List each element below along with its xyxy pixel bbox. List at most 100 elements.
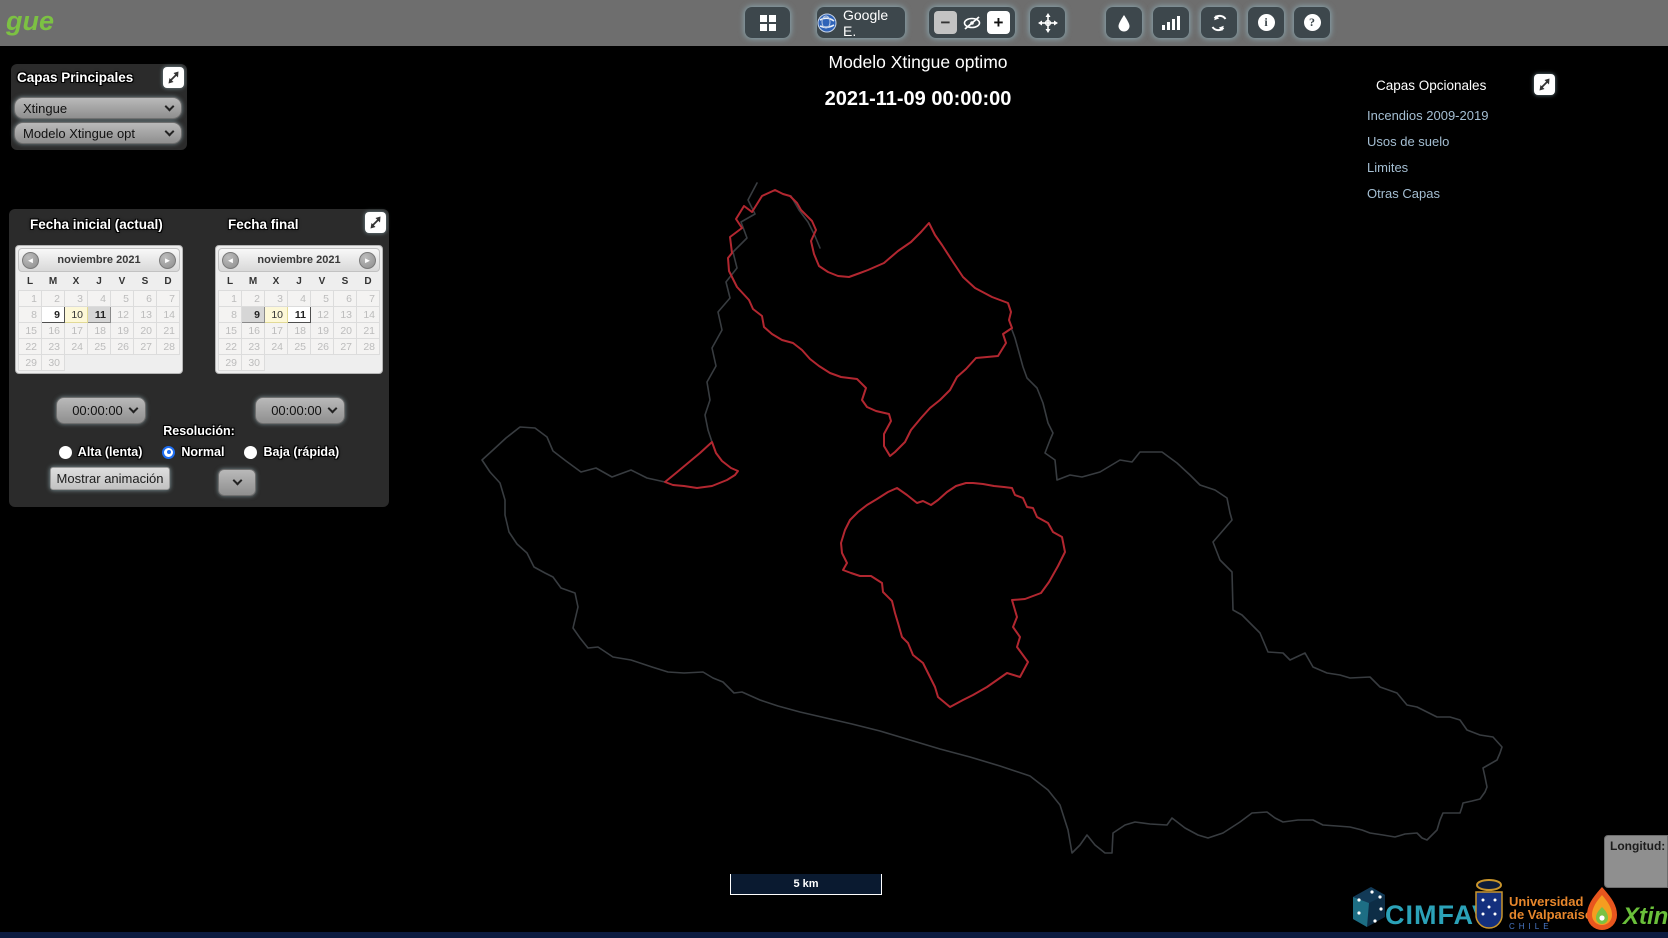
- basemap-google-button[interactable]: Google E.: [817, 7, 905, 38]
- layer-link[interactable]: Incendios 2009-2019: [1367, 108, 1488, 123]
- expand-panel-button[interactable]: [163, 67, 184, 88]
- calendar-day[interactable]: 1: [219, 291, 242, 307]
- calendar-day[interactable]: 2: [42, 291, 65, 307]
- calendar-day[interactable]: 4: [88, 291, 111, 307]
- eye-hidden-icon[interactable]: [962, 14, 982, 32]
- calendar-day[interactable]: 17: [65, 323, 88, 339]
- calendar-day[interactable]: 26: [111, 339, 134, 355]
- layer-model-select[interactable]: Modelo Xtingue opt: [14, 122, 182, 144]
- end-time-select[interactable]: 00:00:00: [255, 397, 345, 424]
- calendar-day[interactable]: 22: [219, 339, 242, 355]
- plus-button[interactable]: +: [987, 11, 1010, 34]
- layer-group-select[interactable]: Xtingue: [14, 97, 182, 119]
- end-date-calendar[interactable]: ◄noviembre 2021►LMXJVSD12345678910111213…: [215, 245, 383, 374]
- calendar-day[interactable]: 20: [134, 323, 157, 339]
- layer-link[interactable]: Otras Capas: [1367, 186, 1488, 201]
- calendar-day[interactable]: 27: [334, 339, 357, 355]
- calendar-day[interactable]: 29: [219, 355, 242, 371]
- help-icon: ?: [1304, 14, 1321, 31]
- day-header: M: [242, 274, 265, 291]
- calendar-day[interactable]: 30: [242, 355, 265, 371]
- drop-icon: [1116, 14, 1132, 32]
- radio-baja[interactable]: Baja (rápida): [244, 445, 339, 459]
- animation-speed-select[interactable]: [218, 469, 256, 496]
- refresh-button[interactable]: [1201, 7, 1237, 38]
- calendar-day[interactable]: 26: [311, 339, 334, 355]
- calendar-day[interactable]: 12: [111, 307, 134, 323]
- calendar-day[interactable]: 21: [357, 323, 380, 339]
- longitude-tooltip: Longitud:: [1604, 835, 1668, 888]
- help-button[interactable]: ?: [1294, 7, 1330, 38]
- calendar-day[interactable]: 4: [288, 291, 311, 307]
- calendar-day[interactable]: 18: [288, 323, 311, 339]
- radio-alta[interactable]: Alta (lenta): [59, 445, 143, 459]
- start-time-select[interactable]: 00:00:00: [56, 397, 146, 424]
- show-animation-button[interactable]: Mostrar animación: [50, 467, 170, 490]
- calendar-day[interactable]: 24: [65, 339, 88, 355]
- calendar-day[interactable]: 21: [157, 323, 180, 339]
- calendar-day[interactable]: 7: [357, 291, 380, 307]
- calendar-day[interactable]: 16: [42, 323, 65, 339]
- calendar-next-button[interactable]: ►: [359, 252, 376, 269]
- calendar-day[interactable]: 20: [334, 323, 357, 339]
- calendar-day[interactable]: 8: [219, 307, 242, 323]
- calendar-day[interactable]: 18: [88, 323, 111, 339]
- main-layers-title: Capas Principales: [17, 70, 133, 85]
- uv-shield-icon: [1472, 879, 1506, 931]
- expand-panel-button[interactable]: [365, 212, 386, 233]
- radio-normal[interactable]: Normal: [162, 445, 224, 459]
- calendar-day[interactable]: 10: [265, 307, 288, 323]
- calendar-day[interactable]: 9: [242, 307, 265, 323]
- calendar-day[interactable]: 11: [288, 307, 311, 323]
- info-button[interactable]: i: [1248, 7, 1284, 38]
- calendar-day[interactable]: 8: [19, 307, 42, 323]
- layer-link[interactable]: Usos de suelo: [1367, 134, 1488, 149]
- calendar-day[interactable]: 3: [265, 291, 288, 307]
- calendar-day[interactable]: 24: [265, 339, 288, 355]
- calendar-next-button[interactable]: ►: [159, 252, 176, 269]
- calendar-day[interactable]: 30: [42, 355, 65, 371]
- calendar-day[interactable]: 11: [88, 307, 111, 323]
- calendar-day[interactable]: 14: [157, 307, 180, 323]
- calendar-day[interactable]: 3: [65, 291, 88, 307]
- calendar-day[interactable]: 28: [157, 339, 180, 355]
- calendar-day[interactable]: 5: [111, 291, 134, 307]
- expand-panel-button[interactable]: [1534, 74, 1555, 95]
- calendar-day[interactable]: 10: [65, 307, 88, 323]
- calendar-day[interactable]: 25: [88, 339, 111, 355]
- calendar-day[interactable]: 6: [334, 291, 357, 307]
- minus-button[interactable]: −: [934, 11, 957, 34]
- map-layer-title: Modelo Xtingue optimo: [829, 52, 1008, 73]
- calendar-day[interactable]: 13: [334, 307, 357, 323]
- calendar-day[interactable]: 16: [242, 323, 265, 339]
- calendar-day[interactable]: 15: [19, 323, 42, 339]
- layers-grid-button[interactable]: [745, 7, 790, 38]
- calendar-day[interactable]: 13: [134, 307, 157, 323]
- layer-link[interactable]: Limites: [1367, 160, 1488, 175]
- calendar-day[interactable]: 9: [42, 307, 65, 323]
- calendar-day[interactable]: 17: [265, 323, 288, 339]
- calendar-day[interactable]: 14: [357, 307, 380, 323]
- calendar-day[interactable]: 15: [219, 323, 242, 339]
- calendar-day[interactable]: 28: [357, 339, 380, 355]
- calendar-day[interactable]: 19: [311, 323, 334, 339]
- calendar-day[interactable]: 22: [19, 339, 42, 355]
- calendar-day[interactable]: 7: [157, 291, 180, 307]
- statistics-button[interactable]: [1153, 7, 1189, 38]
- calendar-day[interactable]: 12: [311, 307, 334, 323]
- calendar-day[interactable]: 25: [288, 339, 311, 355]
- start-date-calendar[interactable]: ◄noviembre 2021►LMXJVSD12345678910111213…: [15, 245, 183, 374]
- calendar-day[interactable]: 27: [134, 339, 157, 355]
- footer-strip: [0, 932, 1668, 938]
- pan-button[interactable]: [1030, 7, 1065, 38]
- calendar-day[interactable]: 1: [19, 291, 42, 307]
- calendar-day[interactable]: 23: [42, 339, 65, 355]
- calendar-day[interactable]: 2: [242, 291, 265, 307]
- calendar-day[interactable]: 29: [19, 355, 42, 371]
- calendar-day[interactable]: 5: [311, 291, 334, 307]
- highlight-polygon-sail: [665, 442, 738, 488]
- calendar-day[interactable]: 6: [134, 291, 157, 307]
- calendar-day[interactable]: 23: [242, 339, 265, 355]
- calendar-day[interactable]: 19: [111, 323, 134, 339]
- hydrant-button[interactable]: [1106, 7, 1142, 38]
